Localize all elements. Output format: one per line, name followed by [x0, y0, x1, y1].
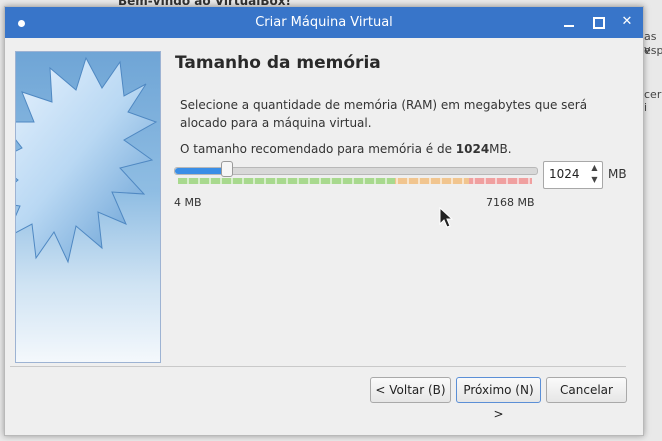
button-separator — [10, 366, 626, 367]
create-vm-dialog: Criar Máquina Virtual ✕ Tamanho da memór… — [4, 6, 644, 436]
memory-input[interactable] — [544, 162, 589, 186]
memory-slider-fill — [175, 168, 227, 174]
recommend-unit: MB. — [489, 142, 512, 156]
title-bar[interactable]: Criar Máquina Virtual ✕ — [5, 7, 643, 38]
next-button[interactable]: Próximo (N) > — [456, 377, 541, 421]
background-text: cer i — [644, 88, 662, 114]
wizard-side-image — [15, 51, 161, 363]
recommend-value: 1024 — [455, 142, 490, 156]
memory-unit-label: MB — [608, 167, 627, 181]
mouse-pointer-icon — [439, 207, 453, 228]
cancel-button[interactable]: Cancelar — [546, 377, 627, 403]
page-heading: Tamanho da memória — [175, 53, 381, 73]
memory-max-label: 7168 MB — [486, 196, 535, 209]
maximize-icon[interactable] — [588, 12, 608, 32]
spin-down-icon[interactable]: ▼ — [588, 174, 601, 186]
recommended-memory-text: O tamanho recomendado para memória é de … — [180, 142, 512, 156]
minimize-icon[interactable] — [559, 12, 579, 32]
recommend-prefix: O tamanho recomendado para memória é de — [180, 142, 456, 156]
page-description: Selecione a quantidade de memória (RAM) … — [180, 98, 588, 130]
window-title: Criar Máquina Virtual — [255, 15, 393, 30]
memory-slider-handle[interactable] — [221, 161, 233, 177]
close-icon[interactable]: ✕ — [617, 12, 637, 32]
spin-up-icon[interactable]: ▲ — [588, 162, 601, 174]
memory-spinbox[interactable]: ▲ ▼ — [543, 161, 603, 189]
memory-min-label: 4 MB — [174, 196, 202, 209]
back-button[interactable]: < Voltar (B) — [370, 377, 451, 403]
starburst-graphic — [16, 56, 158, 264]
memory-slider-ticks — [178, 178, 532, 184]
background-text: espe — [644, 44, 662, 57]
